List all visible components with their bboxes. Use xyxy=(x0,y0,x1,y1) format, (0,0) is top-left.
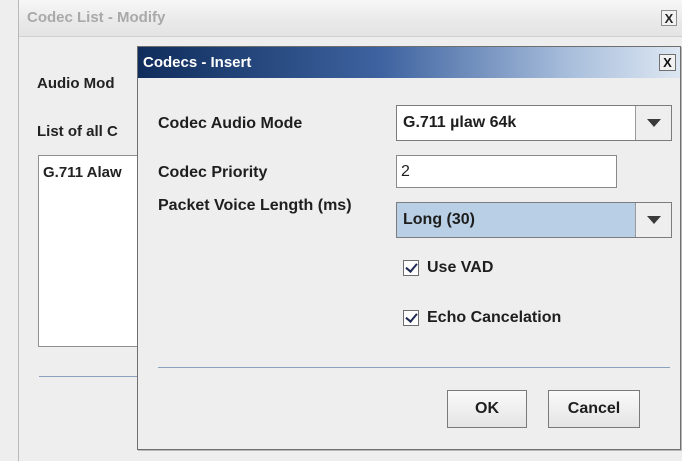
checkmark-icon[interactable] xyxy=(403,310,419,326)
cancel-button[interactable]: Cancel xyxy=(548,390,640,428)
dialog-close-icon[interactable]: X xyxy=(659,54,676,71)
audio-mode-label: Audio Mod xyxy=(37,75,115,92)
codec-list-label: List of all C xyxy=(37,123,118,140)
dropdown-arrow-icon[interactable] xyxy=(635,203,671,237)
codec-audio-mode-value: G.711 µlaw 64k xyxy=(403,114,517,131)
codecs-insert-dialog: Codecs - Insert X Codec Audio Mode G.711… xyxy=(137,46,681,450)
outer-window-title: Codec List - Modify xyxy=(27,9,166,26)
packet-voice-length-select[interactable]: Long (30) xyxy=(396,202,672,238)
codec-audio-mode-select[interactable]: G.711 µlaw 64k xyxy=(396,105,672,141)
outer-titlebar: Codec List - Modify X xyxy=(19,0,682,37)
dropdown-arrow-icon[interactable] xyxy=(635,106,671,140)
packet-voice-length-label: Packet Voice Length (ms) xyxy=(158,197,352,214)
codec-priority-input[interactable]: 2 xyxy=(396,155,617,188)
outer-close-icon[interactable]: X xyxy=(661,10,677,26)
codec-priority-label: Codec Priority xyxy=(158,164,268,181)
packet-voice-length-value: Long (30) xyxy=(403,211,475,228)
list-item[interactable]: G.711 Alaw xyxy=(43,164,122,181)
codec-priority-value: 2 xyxy=(401,163,410,180)
checkmark-icon[interactable] xyxy=(403,260,419,276)
dialog-divider xyxy=(158,367,670,368)
codec-audio-mode-label: Codec Audio Mode xyxy=(158,115,303,132)
echo-cancelation-label[interactable]: Echo Cancelation xyxy=(427,309,561,327)
dialog-titlebar: Codecs - Insert X xyxy=(138,47,680,78)
dialog-title: Codecs - Insert xyxy=(143,54,252,71)
use-vad-label[interactable]: Use VAD xyxy=(427,259,493,277)
ok-button[interactable]: OK xyxy=(447,390,527,428)
